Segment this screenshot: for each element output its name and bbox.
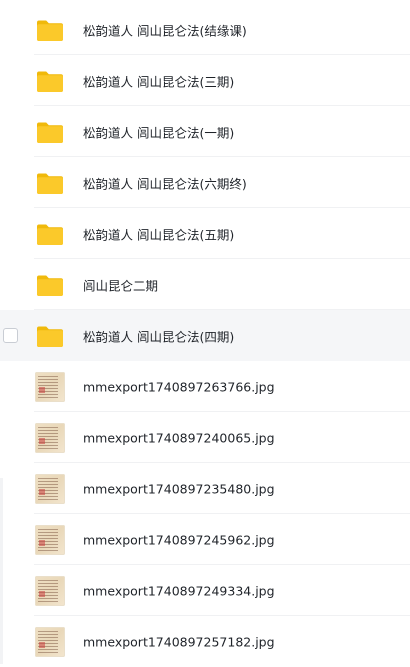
list-item-image[interactable]: mmexport1740897257182.jpg [0,616,410,667]
list-item-folder[interactable]: 松韵道人 闾山昆仑法(三期) [0,55,410,106]
item-name[interactable]: 松韵道人 闾山昆仑法(四期) [83,326,234,345]
select-checkbox[interactable] [3,327,18,343]
list-item-folder[interactable]: 松韵道人 闾山昆仑法(五期) [0,208,410,259]
list-item-image[interactable]: mmexport1740897249334.jpg [0,565,410,616]
list-item-folder-selected[interactable]: 松韵道人 闾山昆仑法(四期) [0,310,410,361]
list-item-image[interactable]: mmexport1740897235480.jpg [0,463,410,514]
image-thumbnail-icon [35,422,65,453]
folder-icon [35,219,65,249]
file-list: 松韵道人 闾山昆仑法(结缘课) 松韵道人 闾山昆仑法(三期) 松韵道人 闾山昆仑… [0,0,410,667]
list-item-image[interactable]: mmexport1740897240065.jpg [0,412,410,463]
image-thumbnail-icon [35,575,65,606]
list-item-folder[interactable]: 松韵道人 闾山昆仑法(一期) [0,106,410,157]
item-name[interactable]: mmexport1740897257182.jpg [83,634,275,649]
folder-icon [35,117,65,147]
folder-icon [35,15,65,45]
item-name[interactable]: mmexport1740897263766.jpg [83,379,275,394]
list-item-image[interactable]: mmexport1740897263766.jpg [0,361,410,412]
left-panel-edge [0,478,3,664]
item-name[interactable]: 松韵道人 闾山昆仑法(五期) [83,224,234,243]
image-thumbnail-icon [35,473,65,504]
list-item-folder[interactable]: 闾山昆仑二期 [0,259,410,310]
image-thumbnail-icon [35,371,65,402]
list-item-image[interactable]: mmexport1740897245962.jpg [0,514,410,565]
folder-icon [35,66,65,96]
list-item-folder[interactable]: 松韵道人 闾山昆仑法(结缘课) [0,4,410,55]
item-name[interactable]: 松韵道人 闾山昆仑法(六期终) [83,173,247,192]
folder-icon [35,270,65,300]
item-name[interactable]: 松韵道人 闾山昆仑法(一期) [83,122,234,141]
item-name[interactable]: 松韵道人 闾山昆仑法(三期) [83,71,234,90]
folder-icon [35,321,65,351]
item-name[interactable]: mmexport1740897235480.jpg [83,481,275,496]
image-thumbnail-icon [35,524,65,555]
item-name[interactable]: 松韵道人 闾山昆仑法(结缘课) [83,20,247,39]
folder-icon [35,168,65,198]
list-item-folder[interactable]: 松韵道人 闾山昆仑法(六期终) [0,157,410,208]
item-name[interactable]: mmexport1740897245962.jpg [83,532,275,547]
image-thumbnail-icon [35,626,65,657]
item-name[interactable]: mmexport1740897240065.jpg [83,430,275,445]
item-name[interactable]: 闾山昆仑二期 [83,275,158,294]
item-name[interactable]: mmexport1740897249334.jpg [83,583,275,598]
